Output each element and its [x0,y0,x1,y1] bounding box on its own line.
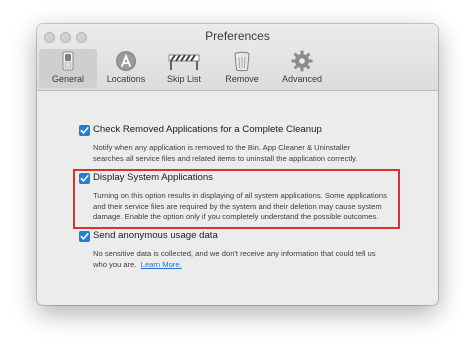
usage-data-option-description: No sensitive data is collected, and we d… [93,249,376,270]
tab-advanced-label: Advanced [281,74,323,84]
usage-data-option-label[interactable]: Send anonymous usage data [93,230,218,241]
preferences-window: Preferences General Locations Skip List … [37,24,438,305]
system-apps-checkbox[interactable] [79,173,90,184]
app-store-icon [116,51,136,71]
usage-data-checkbox[interactable] [79,231,90,242]
trash-icon [234,51,250,72]
window-title: Preferences [205,29,270,43]
cleanup-option-label[interactable]: Check Removed Applications for a Complet… [93,124,322,135]
learn-more-link[interactable]: Learn More. [141,260,182,269]
checkmark-icon [80,233,89,240]
description-line: No sensitive data is collected, and we d… [93,249,376,258]
system-apps-option-description: Turning on this option results in displa… [93,191,387,223]
gear-icon [291,50,313,72]
general-settings-panel: Check Removed Applications for a Complet… [37,91,438,305]
description-line: who you are. [93,259,137,269]
cleanup-checkbox[interactable] [79,125,90,136]
titlebar: Preferences General Locations Skip List … [37,24,438,91]
tab-remove-label: Remove [225,74,259,84]
description-line: and their service files are required by … [93,201,382,211]
checkmark-icon [80,127,89,134]
checkmark-icon [80,175,89,182]
description-line: Turning on this option results in displa… [93,191,387,200]
tab-locations-label: Locations [106,74,146,84]
description-line: searches all service files and related i… [93,153,358,163]
tab-general[interactable]: General [39,49,97,88]
tab-skip-list-label: Skip List [166,74,201,84]
description-line: Notify when any application is removed t… [93,143,351,152]
tab-remove[interactable]: Remove [213,49,271,88]
skip-list-icon [168,54,200,70]
general-switch-icon [62,51,74,71]
system-apps-option-label[interactable]: Display System Applications [93,172,213,183]
tab-locations[interactable]: Locations [97,49,155,88]
cleanup-option-description: Notify when any application is removed t… [93,143,358,164]
tab-general-label: General [51,74,85,84]
description-line: damage. Enable the option only if you co… [93,212,379,221]
tab-skip-list[interactable]: Skip List [155,49,213,88]
tab-advanced[interactable]: Advanced [273,49,331,88]
